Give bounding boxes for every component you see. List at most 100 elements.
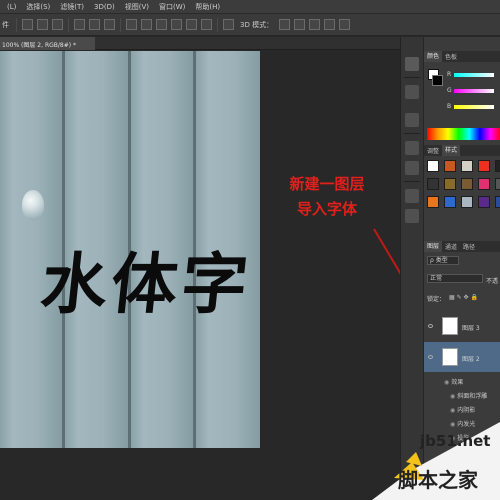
tab-channels[interactable]: 通道 — [442, 242, 460, 251]
channel-g-label: G — [447, 87, 452, 94]
green-slider[interactable] — [454, 89, 494, 93]
tab-adjustments[interactable]: 调整 — [424, 146, 442, 155]
color-panel-tabs: 颜色 色板 — [424, 51, 500, 62]
menu-bar: (L) 选择(S) 滤镜(T) 3D(D) 视图(V) 窗口(W) 帮助(H) — [0, 0, 500, 14]
water-droplet — [22, 190, 44, 220]
layers-panel-tabs: 图层 通道 路径 — [424, 241, 500, 252]
paragraph-icon[interactable] — [405, 209, 419, 223]
divider — [16, 17, 17, 32]
distribute-bottom-icon[interactable] — [156, 19, 167, 30]
style-swatch[interactable] — [495, 196, 500, 208]
3d-rotate-icon[interactable] — [279, 19, 291, 30]
clone-source-icon[interactable] — [405, 161, 419, 175]
visibility-eye-icon[interactable] — [428, 324, 433, 328]
visibility-eye-icon[interactable] — [428, 355, 433, 359]
divider — [404, 133, 420, 134]
style-swatch[interactable] — [427, 196, 439, 208]
style-swatch[interactable] — [461, 178, 473, 190]
layer-name: 图层 3 — [462, 325, 480, 332]
3d-mode-label: 3D 模式： — [240, 20, 274, 29]
blend-mode-select[interactable]: 正常 — [427, 274, 483, 283]
align-right-icon[interactable] — [104, 19, 115, 30]
eye-dot-icon: ◉ — [444, 379, 450, 386]
watermark-domain: jb51.net — [420, 432, 491, 450]
style-swatch[interactable] — [478, 160, 490, 172]
lock-label: 锁定： — [427, 296, 446, 303]
menu-filter[interactable]: 滤镜(T) — [55, 2, 89, 12]
tool-options-label: 件 — [2, 20, 9, 29]
align-top-icon[interactable] — [22, 19, 33, 30]
info-icon[interactable] — [405, 113, 419, 127]
history-icon[interactable] — [405, 57, 419, 71]
layer-row[interactable]: 图层 3 — [424, 311, 500, 341]
align-middle-icon[interactable] — [37, 19, 48, 30]
character-icon[interactable] — [405, 189, 419, 203]
layer-filter-select[interactable]: ρ 类型 — [427, 256, 459, 265]
tab-swatches[interactable]: 色板 — [442, 52, 460, 61]
tab-styles[interactable]: 样式 — [442, 145, 461, 156]
3d-roll-icon[interactable] — [294, 19, 306, 30]
auto-align-icon[interactable] — [223, 19, 234, 30]
style-none[interactable] — [427, 160, 439, 172]
blue-slider[interactable] — [454, 105, 494, 109]
options-bar: 件 3D 模式： — [0, 14, 500, 36]
distribute-center-icon[interactable] — [186, 19, 197, 30]
divider — [217, 17, 218, 32]
document-tab-bar: 100% (图层 2, RGB/8#) * — [0, 37, 400, 50]
red-slider[interactable] — [454, 73, 494, 77]
divider — [68, 17, 69, 32]
annotation-line-1: 新建一图层 — [289, 175, 365, 193]
style-swatch[interactable] — [461, 196, 473, 208]
style-swatch[interactable] — [478, 178, 490, 190]
styles-panel-tabs: 调整 样式 — [424, 145, 500, 156]
tab-color[interactable]: 颜色 — [424, 51, 443, 62]
3d-slide-icon[interactable] — [324, 19, 336, 30]
distribute-middle-icon[interactable] — [141, 19, 152, 30]
document-tab[interactable]: 100% (图层 2, RGB/8#) * — [0, 37, 95, 50]
style-swatch[interactable] — [444, 160, 456, 172]
distribute-left-icon[interactable] — [171, 19, 182, 30]
style-swatch[interactable] — [444, 178, 456, 190]
background-color-swatch[interactable] — [432, 75, 443, 86]
style-swatch[interactable] — [478, 196, 490, 208]
lock-icons[interactable]: ▦ ✎ ✥ 🔒 — [449, 294, 478, 301]
menu-layer[interactable]: (L) — [2, 3, 21, 11]
menu-view[interactable]: 视图(V) — [120, 2, 154, 12]
align-bottom-icon[interactable] — [52, 19, 63, 30]
color-spectrum[interactable] — [427, 128, 500, 140]
document-canvas[interactable]: 水体字 — [0, 51, 260, 448]
channel-b-label: B — [447, 103, 452, 110]
effects-label: 效果 — [451, 379, 464, 386]
actions-icon[interactable] — [405, 85, 419, 99]
channel-r-label: R — [447, 71, 452, 78]
style-swatch[interactable] — [495, 160, 500, 172]
layer-row-selected[interactable]: 图层 2 — [424, 342, 500, 372]
tab-paths[interactable]: 路径 — [460, 242, 478, 251]
divider — [120, 17, 121, 32]
brush-icon[interactable] — [405, 141, 419, 155]
layer-thumbnail — [442, 348, 458, 366]
effects-header[interactable]: ◉ 效果 — [444, 377, 463, 386]
menu-help[interactable]: 帮助(H) — [190, 2, 225, 12]
align-center-icon[interactable] — [89, 19, 100, 30]
distribute-top-icon[interactable] — [126, 19, 137, 30]
menu-select[interactable]: 选择(S) — [21, 2, 55, 12]
annotation-line-2: 导入字体 — [296, 200, 357, 218]
layer-thumbnail — [442, 317, 458, 335]
3d-scale-icon[interactable] — [339, 19, 351, 30]
effect-label: 斜面和浮雕 — [457, 393, 488, 400]
calligraphy-text: 水体字 — [37, 245, 256, 323]
tab-layers[interactable]: 图层 — [424, 241, 443, 252]
menu-window[interactable]: 窗口(W) — [154, 2, 190, 12]
align-left-icon[interactable] — [74, 19, 85, 30]
divider — [404, 181, 420, 182]
effect-item[interactable]: ◉ 斜面和浮雕 — [450, 391, 487, 400]
style-swatch[interactable] — [495, 178, 500, 190]
distribute-right-icon[interactable] — [201, 19, 212, 30]
annotation: 新建一图层 导入字体 — [262, 172, 392, 222]
style-swatch[interactable] — [444, 196, 456, 208]
style-swatch[interactable] — [427, 178, 439, 190]
3d-drag-icon[interactable] — [309, 19, 321, 30]
menu-3d[interactable]: 3D(D) — [89, 3, 120, 11]
style-swatch[interactable] — [461, 160, 473, 172]
